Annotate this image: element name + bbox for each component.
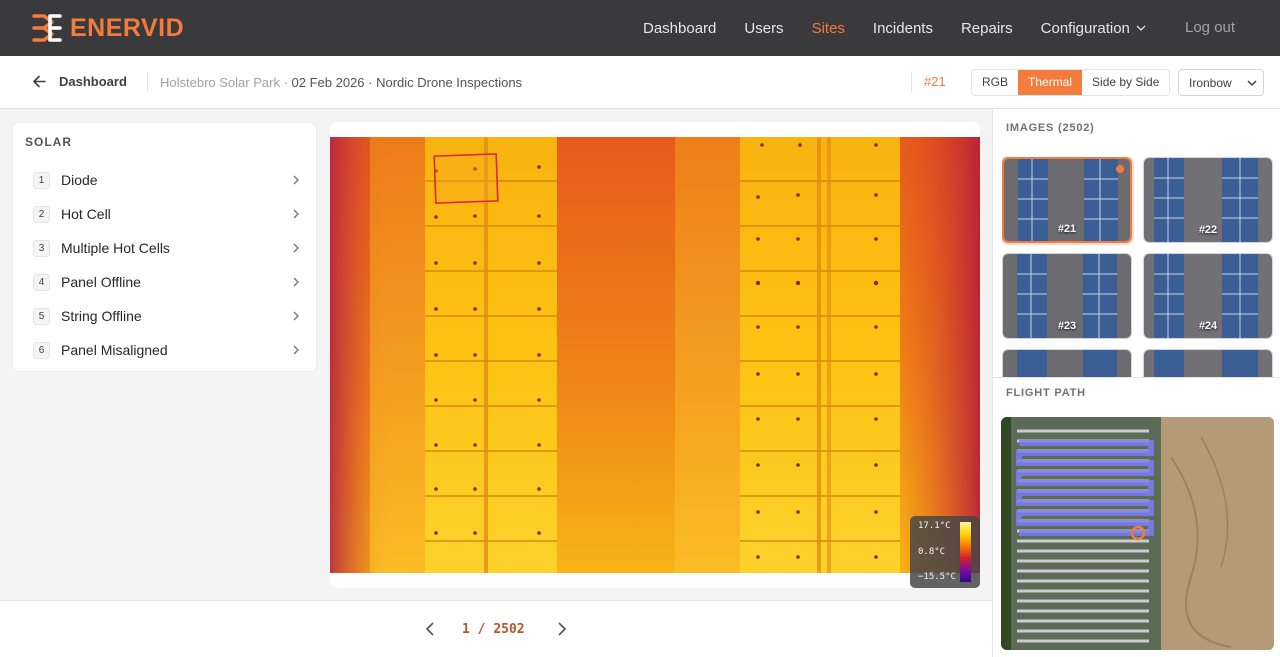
category-label: Panel Misaligned (61, 342, 168, 358)
sub-header: Dashboard Holstebro Solar Park · 02 Feb … (0, 56, 1280, 109)
arrow-left-icon (33, 75, 46, 88)
temperature-legend: 17.1°C 0.8°C −15.5°C (910, 516, 980, 588)
thumbnail-label: #24 (1198, 320, 1218, 332)
back-to-dashboard-link[interactable]: Dashboard (32, 74, 127, 89)
chevron-down-icon (1136, 25, 1146, 31)
thumbnail-image (1003, 350, 1131, 377)
thumbnail-26[interactable] (1143, 349, 1273, 377)
logout-link[interactable]: Log out (1185, 19, 1235, 36)
chevron-right-icon[interactable] (554, 621, 570, 637)
image-viewer[interactable] (330, 122, 980, 588)
nav-item-configuration-label: Configuration (1040, 19, 1130, 37)
right-sidebar: IMAGES (2502) #21 #22 #23 #24 FLIGHT PAT… (992, 109, 1280, 657)
nav-item-repairs[interactable]: Repairs (961, 20, 1013, 37)
chevron-right-icon (293, 175, 299, 185)
shortcut-badge: 5 (33, 307, 50, 325)
nav-item-sites[interactable]: Sites (812, 20, 845, 37)
category-label: Diode (61, 172, 98, 188)
top-navbar: ENERVID Dashboard Users Sites Incidents … (0, 0, 1280, 56)
page-separator: / (469, 622, 494, 637)
site-name: Holstebro Solar Park (160, 75, 280, 90)
thumbnail-image (1144, 350, 1272, 377)
nav-item-dashboard[interactable]: Dashboard (643, 20, 716, 37)
color-scale-bar (960, 522, 971, 582)
category-item-panel-misaligned[interactable]: 6 Panel Misaligned (33, 333, 301, 367)
category-item-panel-offline[interactable]: 4 Panel Offline (33, 265, 301, 299)
thumbnail-22[interactable]: #22 (1143, 157, 1273, 243)
image-thumbnail-grid[interactable]: #21 #22 #23 #24 (1002, 157, 1274, 377)
category-label: Hot Cell (61, 206, 111, 222)
mode-side-by-side-button[interactable]: Side by Side (1082, 70, 1169, 95)
category-label: String Offline (61, 308, 142, 324)
shortcut-badge: 2 (33, 205, 50, 223)
palette-select[interactable]: Ironbow (1178, 69, 1264, 96)
thumbnail-25[interactable] (1002, 349, 1132, 377)
category-title: SOLAR (25, 135, 72, 149)
legend-mid: 0.8°C (918, 547, 946, 557)
thumbnail-label: #23 (1057, 320, 1077, 332)
breadcrumb-separator: · (279, 75, 292, 90)
chevron-right-icon (293, 345, 299, 355)
inspector-name: Nordic Drone Inspections (376, 75, 523, 90)
category-label: Panel Offline (61, 274, 141, 290)
divider (993, 377, 1280, 378)
thumbnail-21[interactable]: #21 (1002, 157, 1132, 243)
legend-max: 17.1°C (918, 521, 951, 531)
category-item-string-offline[interactable]: 5 String Offline (33, 299, 301, 333)
logo-icon (32, 14, 62, 42)
chevron-down-icon (1247, 80, 1257, 87)
total-pages: 2502 (493, 622, 525, 637)
active-indicator (1116, 165, 1124, 173)
palette-value: Ironbow (1189, 75, 1232, 90)
inspection-breadcrumb: Holstebro Solar Park · 02 Feb 2026 · Nor… (160, 75, 522, 90)
breadcrumb-separator: · (364, 75, 377, 90)
current-page: 1 (462, 622, 470, 637)
flight-path-map[interactable] (1001, 417, 1274, 650)
shortcut-badge: 3 (33, 239, 50, 257)
thumbnail-23[interactable]: #23 (1002, 253, 1132, 339)
category-item-diode[interactable]: 1 Diode (33, 163, 301, 197)
flight-path-title: FLIGHT PATH (1006, 387, 1086, 399)
back-label: Dashboard (59, 74, 127, 89)
inspection-date: 02 Feb 2026 (291, 75, 365, 90)
thumbnail-24[interactable]: #24 (1143, 253, 1273, 339)
divider (147, 72, 148, 92)
legend-min: −15.5°C (918, 572, 956, 582)
images-panel-title: IMAGES (2502) (1006, 122, 1095, 134)
chevron-right-icon (293, 277, 299, 287)
flight-path-map-image (1001, 417, 1274, 650)
category-label: Multiple Hot Cells (61, 240, 170, 256)
enervid-logo[interactable]: ENERVID (32, 13, 184, 43)
chevron-right-icon (293, 243, 299, 253)
mode-rgb-button[interactable]: RGB (972, 70, 1018, 95)
category-item-hot-cell[interactable]: 2 Hot Cell (33, 197, 301, 231)
anomaly-category-panel: SOLAR 1 Diode 2 Hot Cell 3 Multiple Hot … (13, 123, 316, 371)
category-list: 1 Diode 2 Hot Cell 3 Multiple Hot Cells … (33, 163, 301, 367)
shortcut-badge: 1 (33, 171, 50, 189)
page-indicator: 1 / 2502 (462, 622, 525, 637)
chevron-right-icon (293, 209, 299, 219)
category-item-multiple-hot-cells[interactable]: 3 Multiple Hot Cells (33, 231, 301, 265)
brand-name: ENERVID (70, 13, 185, 42)
main-nav: Dashboard Users Sites Incidents Repairs … (643, 0, 1174, 56)
mode-thermal-button[interactable]: Thermal (1018, 70, 1083, 95)
thumbnail-label: #21 (1057, 223, 1077, 235)
image-pager: 1 / 2502 (0, 600, 992, 657)
shortcut-badge: 6 (33, 341, 50, 359)
thumbnail-label: #22 (1198, 224, 1218, 236)
nav-item-incidents[interactable]: Incidents (873, 20, 933, 37)
shortcut-badge: 4 (33, 273, 50, 291)
view-mode-toggle: RGB Thermal Side by Side (971, 69, 1171, 96)
nav-item-users[interactable]: Users (744, 20, 783, 37)
nav-item-configuration[interactable]: Configuration (1041, 20, 1146, 37)
image-number: #21 (911, 72, 946, 92)
chevron-left-icon[interactable] (422, 621, 438, 637)
chevron-right-icon (293, 311, 299, 321)
thermal-image[interactable] (330, 137, 980, 573)
